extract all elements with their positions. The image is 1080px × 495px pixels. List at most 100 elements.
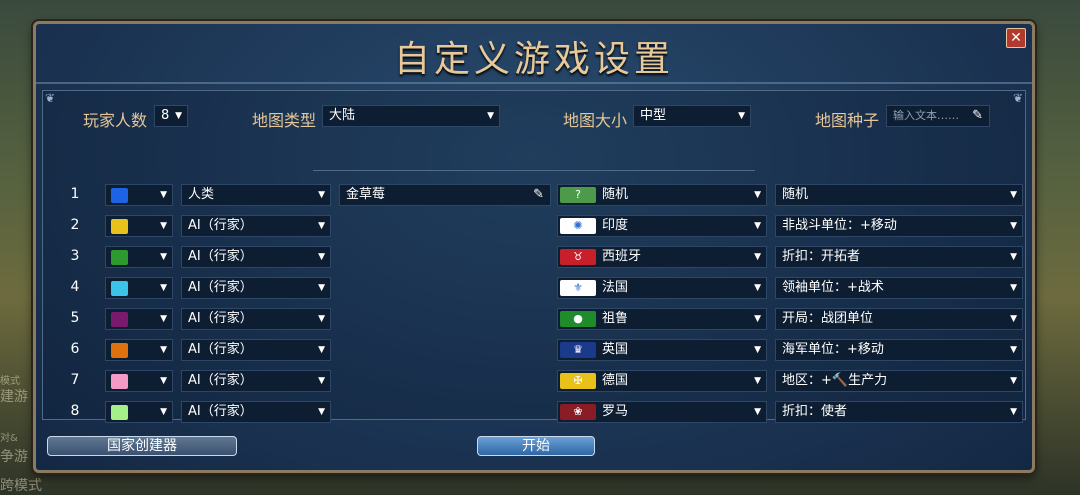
chevron-down-icon: ▼ — [160, 283, 167, 293]
player-type-value: AI（行家） — [188, 404, 253, 419]
color-swatch — [111, 250, 128, 265]
civilization-name: 法国 — [602, 280, 629, 295]
chevron-down-icon: ▼ — [754, 221, 761, 231]
map-size-label: 地图大小 — [563, 111, 628, 130]
start-button[interactable]: 开始 — [477, 436, 595, 456]
chevron-down-icon: ▼ — [160, 190, 167, 200]
background-text: 建游 — [0, 389, 28, 405]
civilization-flag-icon: ✠ — [560, 373, 596, 389]
bonus-value: 开局：战团单位 — [782, 311, 874, 326]
civilization-dropdown[interactable]: ● 祖鲁 ▼ — [557, 308, 767, 330]
civilization-flag-icon: ⚜ — [560, 280, 596, 296]
chevron-down-icon: ▼ — [160, 314, 167, 324]
player-number: 8 — [70, 403, 80, 419]
chevron-down-icon: ▼ — [738, 111, 745, 121]
player-type-value: AI（行家） — [188, 218, 253, 233]
bonus-value: 海军单位：+移动 — [782, 342, 884, 357]
player-type-dropdown[interactable]: AI（行家） ▼ — [181, 246, 331, 268]
bonus-dropdown[interactable]: 开局：战团单位 ▼ — [775, 308, 1023, 330]
ornament-icon: ❦ — [45, 91, 56, 105]
bonus-value: 非战斗单位：+移动 — [782, 218, 897, 233]
map-seed-input[interactable]: 输入文本…… ✎ — [886, 105, 990, 127]
player-name-input[interactable]: 金草莓 ✎ — [339, 184, 551, 206]
custom-game-dialog: 自定义游戏设置 ✕ ❦ ❦ 玩家人数 8 ▼ 地图类型 大陆 ▼ 地图大小 中型… — [33, 21, 1035, 473]
chevron-down-icon: ▼ — [754, 407, 761, 417]
map-size-dropdown[interactable]: 中型 ▼ — [633, 105, 751, 127]
player-type-dropdown[interactable]: AI（行家） ▼ — [181, 215, 331, 237]
civilization-dropdown[interactable]: ❀ 罗马 ▼ — [557, 401, 767, 423]
civilization-dropdown[interactable]: ♉ 西班牙 ▼ — [557, 246, 767, 268]
background-text: 跨模式 — [0, 478, 42, 494]
player-type-dropdown[interactable]: AI（行家） ▼ — [181, 339, 331, 361]
player-type-dropdown[interactable]: 人类 ▼ — [181, 184, 331, 206]
color-swatch — [111, 405, 128, 420]
player-color-dropdown[interactable]: ▼ — [105, 184, 173, 206]
map-seed-label: 地图种子 — [815, 111, 880, 130]
civilization-name: 祖鲁 — [602, 311, 629, 326]
bonus-dropdown[interactable]: 海军单位：+移动 ▼ — [775, 339, 1023, 361]
nation-creator-button[interactable]: 国家创建器 — [47, 436, 237, 456]
player-color-dropdown[interactable]: ▼ — [105, 401, 173, 423]
player-number: 7 — [70, 372, 80, 388]
chevron-down-icon: ▼ — [318, 314, 325, 324]
player-type-value: AI（行家） — [188, 280, 253, 295]
color-swatch — [111, 343, 128, 358]
chevron-down-icon: ▼ — [1010, 345, 1017, 355]
player-color-dropdown[interactable]: ▼ — [105, 277, 173, 299]
bonus-dropdown[interactable]: 随机 ▼ — [775, 184, 1023, 206]
pencil-icon: ✎ — [533, 187, 544, 202]
settings-frame: ❦ ❦ 玩家人数 8 ▼ 地图类型 大陆 ▼ 地图大小 中型 ▼ 地图种子 输入… — [42, 90, 1026, 423]
chevron-down-icon: ▼ — [1010, 407, 1017, 417]
civilization-flag-icon: ? — [560, 187, 596, 203]
player-type-value: AI（行家） — [188, 311, 253, 326]
player-color-dropdown[interactable]: ▼ — [105, 215, 173, 237]
close-button[interactable]: ✕ — [1006, 28, 1026, 48]
bonus-value: 随机 — [782, 187, 809, 202]
civilization-dropdown[interactable]: ⚜ 法国 ▼ — [557, 277, 767, 299]
player-name-value: 金草莓 — [346, 187, 386, 202]
player-number: 5 — [70, 310, 80, 326]
player-color-dropdown[interactable]: ▼ — [105, 370, 173, 392]
chevron-down-icon: ▼ — [318, 345, 325, 355]
player-type-value: 人类 — [188, 187, 215, 202]
civilization-dropdown[interactable]: ✺ 印度 ▼ — [557, 215, 767, 237]
color-swatch — [111, 219, 128, 234]
players-count-label: 玩家人数 — [83, 111, 148, 130]
color-swatch — [111, 281, 128, 296]
map-type-dropdown[interactable]: 大陆 ▼ — [322, 105, 500, 127]
bonus-dropdown[interactable]: 领袖单位：+战术 ▼ — [775, 277, 1023, 299]
player-color-dropdown[interactable]: ▼ — [105, 308, 173, 330]
player-type-dropdown[interactable]: AI（行家） ▼ — [181, 277, 331, 299]
civilization-name: 随机 — [602, 187, 629, 202]
players-count-dropdown[interactable]: 8 ▼ — [154, 105, 188, 127]
civilization-dropdown[interactable]: ✠ 德国 ▼ — [557, 370, 767, 392]
dialog-title: 自定义游戏设置 — [393, 39, 674, 80]
chevron-down-icon: ▼ — [160, 407, 167, 417]
background-text: 模式 — [0, 376, 20, 387]
players-count-value: 8 — [161, 108, 170, 123]
civilization-name: 英国 — [602, 342, 629, 357]
player-color-dropdown[interactable]: ▼ — [105, 339, 173, 361]
player-type-dropdown[interactable]: AI（行家） ▼ — [181, 401, 331, 423]
chevron-down-icon: ▼ — [1010, 283, 1017, 293]
chevron-down-icon: ▼ — [1010, 376, 1017, 386]
bonus-dropdown[interactable]: 折扣：开拓者 ▼ — [775, 246, 1023, 268]
civilization-flag-icon: ♉ — [560, 249, 596, 265]
map-type-label: 地图类型 — [252, 111, 317, 130]
chevron-down-icon: ▼ — [754, 345, 761, 355]
bonus-dropdown[interactable]: 地区：+🔨生产力 ▼ — [775, 370, 1023, 392]
player-type-dropdown[interactable]: AI（行家） ▼ — [181, 370, 331, 392]
bonus-dropdown[interactable]: 折扣：使者 ▼ — [775, 401, 1023, 423]
chevron-down-icon: ▼ — [1010, 252, 1017, 262]
bonus-dropdown[interactable]: 非战斗单位：+移动 ▼ — [775, 215, 1023, 237]
map-seed-placeholder: 输入文本…… — [893, 109, 959, 122]
bonus-value: 领袖单位：+战术 — [782, 280, 884, 295]
player-number: 3 — [70, 248, 80, 264]
player-type-dropdown[interactable]: AI（行家） ▼ — [181, 308, 331, 330]
map-size-value: 中型 — [640, 108, 667, 123]
civilization-dropdown[interactable]: ? 随机 ▼ — [557, 184, 767, 206]
chevron-down-icon: ▼ — [487, 111, 494, 121]
chevron-down-icon: ▼ — [318, 190, 325, 200]
player-color-dropdown[interactable]: ▼ — [105, 246, 173, 268]
civilization-dropdown[interactable]: ♛ 英国 ▼ — [557, 339, 767, 361]
